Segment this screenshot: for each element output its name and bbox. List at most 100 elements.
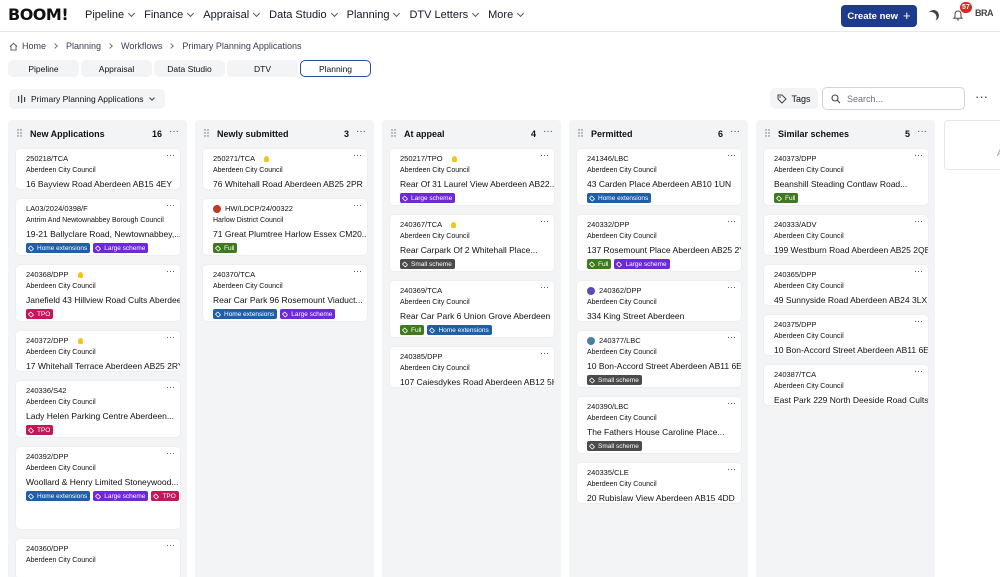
- tag-small[interactable]: Small scheme: [400, 259, 455, 269]
- card-options-icon[interactable]: ···: [166, 266, 175, 276]
- menu-item-appraisal[interactable]: Appraisal: [203, 9, 261, 21]
- card-options-icon[interactable]: ···: [914, 366, 923, 376]
- tag-small[interactable]: Small scheme: [587, 441, 642, 451]
- application-card[interactable]: HW/LDCP/24/00322 Harlow District Council 7…: [203, 199, 367, 255]
- card-options-icon[interactable]: ···: [727, 464, 736, 474]
- create-new-button[interactable]: Create new +: [841, 5, 917, 27]
- application-card[interactable]: 240385/DPP Aberdeen City Council 107 Caies…: [390, 347, 554, 387]
- application-card[interactable]: 240369/TCA Aberdeen City Council Rear Car …: [390, 281, 554, 337]
- more-options-icon[interactable]: ···: [975, 90, 988, 103]
- tab-dtv[interactable]: DTV: [227, 60, 298, 77]
- tag-home[interactable]: Home extensions: [26, 491, 91, 501]
- card-options-icon[interactable]: ···: [166, 540, 175, 550]
- card-options-icon[interactable]: ···: [727, 332, 736, 342]
- drag-handle-icon[interactable]: [17, 129, 22, 137]
- tag-tpo[interactable]: TPO: [151, 491, 179, 501]
- menu-item-more[interactable]: More: [488, 9, 525, 21]
- card-options-icon[interactable]: ···: [353, 150, 362, 160]
- column-options-icon[interactable]: ···: [169, 126, 179, 137]
- drag-handle-icon[interactable]: [578, 129, 583, 137]
- menu-item-pipeline[interactable]: Pipeline: [85, 9, 136, 21]
- tag-home[interactable]: Home extensions: [427, 325, 492, 335]
- column-options-icon[interactable]: ···: [543, 126, 553, 137]
- column-options-icon[interactable]: ···: [356, 126, 366, 137]
- application-card[interactable]: 240375/DPP Aberdeen City Council 10 Bon-Ac…: [764, 315, 928, 355]
- card-options-icon[interactable]: ···: [914, 216, 923, 226]
- column-options-icon[interactable]: ···: [730, 126, 740, 137]
- application-card[interactable]: 250218/TCA Aberdeen City Council 16 Bayvie…: [16, 149, 180, 189]
- tag-full[interactable]: Full: [400, 325, 425, 335]
- card-options-icon[interactable]: ···: [540, 282, 549, 292]
- breadcrumb-item[interactable]: Home: [22, 41, 46, 51]
- tag-small[interactable]: Small scheme: [587, 375, 642, 385]
- card-options-icon[interactable]: ···: [727, 150, 736, 160]
- drag-handle-icon[interactable]: [204, 129, 209, 137]
- card-options-icon[interactable]: ···: [166, 200, 175, 210]
- card-options-icon[interactable]: ···: [540, 216, 549, 226]
- application-card[interactable]: 240373/DPP Aberdeen City Council Beanshill…: [764, 149, 928, 205]
- tag-large[interactable]: Large scheme: [93, 243, 149, 253]
- tag-full[interactable]: Full: [213, 243, 238, 253]
- application-card[interactable]: 240392/DPP Aberdeen City Council Woollard …: [16, 447, 180, 529]
- tab-pipeline[interactable]: Pipeline: [8, 60, 79, 77]
- card-options-icon[interactable]: ···: [914, 316, 923, 326]
- tag-home[interactable]: Home extensions: [213, 309, 278, 319]
- card-options-icon[interactable]: ···: [166, 382, 175, 392]
- menu-item-planning[interactable]: Planning: [347, 9, 401, 21]
- tag-tpo[interactable]: TPO: [26, 425, 54, 435]
- tab-appraisal[interactable]: Appraisal: [81, 60, 152, 77]
- drag-handle-icon[interactable]: [765, 129, 770, 137]
- tag-home[interactable]: Home extensions: [587, 193, 652, 203]
- application-card[interactable]: 240336/S42 Aberdeen City Council Lady Hele…: [16, 381, 180, 437]
- card-options-icon[interactable]: ···: [166, 332, 175, 342]
- application-card[interactable]: 240360/DPP Aberdeen City Council ···: [16, 539, 180, 577]
- tab-planning[interactable]: Planning: [300, 60, 371, 77]
- tag-full[interactable]: Full: [587, 259, 612, 269]
- application-card[interactable]: 240370/TCA Aberdeen City Council Rear Car …: [203, 265, 367, 321]
- card-options-icon[interactable]: ···: [914, 266, 923, 276]
- application-card[interactable]: 240390/LBC Aberdeen City Council The Fathe…: [577, 397, 741, 453]
- search-input[interactable]: [847, 93, 957, 104]
- tag-large[interactable]: Large scheme: [400, 193, 456, 203]
- dark-mode-icon[interactable]: [926, 8, 940, 22]
- application-card[interactable]: 241346/LBC Aberdeen City Council 43 Carden…: [577, 149, 741, 205]
- tab-data-studio[interactable]: Data Studio: [154, 60, 225, 77]
- tag-large[interactable]: Large scheme: [280, 309, 336, 319]
- tags-button[interactable]: Tags: [770, 88, 818, 109]
- card-options-icon[interactable]: ···: [727, 282, 736, 292]
- application-card[interactable]: LA03/2024/0398/F Antrim And Newtownabbey …: [16, 199, 180, 255]
- app-logo[interactable]: BOOM!: [8, 5, 69, 24]
- application-card[interactable]: 240333/ADV Aberdeen City Council 199 Westb…: [764, 215, 928, 255]
- card-options-icon[interactable]: ···: [540, 150, 549, 160]
- application-card[interactable]: 240367/TCA Aberdeen City Council Rear Carp…: [390, 215, 554, 271]
- workflow-select[interactable]: Primary Planning Applications: [9, 89, 165, 109]
- application-card[interactable]: 240362/DPP Aberdeen City Council 334 King …: [577, 281, 741, 321]
- tag-large[interactable]: Large scheme: [93, 491, 149, 501]
- card-options-icon[interactable]: ···: [727, 398, 736, 408]
- card-options-icon[interactable]: ···: [540, 348, 549, 358]
- application-card[interactable]: 240368/DPP Aberdeen City Council Janefield…: [16, 265, 180, 321]
- card-options-icon[interactable]: ···: [353, 266, 362, 276]
- breadcrumb-item[interactable]: Planning: [66, 41, 101, 51]
- card-options-icon[interactable]: ···: [914, 150, 923, 160]
- tag-tpo[interactable]: TPO: [26, 309, 54, 319]
- tag-large[interactable]: Large scheme: [614, 259, 670, 269]
- column-options-icon[interactable]: ···: [917, 126, 927, 137]
- drag-handle-icon[interactable]: [391, 129, 396, 137]
- application-card[interactable]: 240335/CLE Aberdeen City Council 20 Rubisl…: [577, 463, 741, 503]
- application-card[interactable]: 240377/LBC Aberdeen City Council 10 Bon-Ac…: [577, 331, 741, 387]
- breadcrumb-item[interactable]: Workflows: [121, 41, 162, 51]
- application-card[interactable]: 240332/DPP Aberdeen City Council 137 Rosem…: [577, 215, 741, 271]
- menu-item-finance[interactable]: Finance: [144, 9, 195, 21]
- card-options-icon[interactable]: ···: [166, 448, 175, 458]
- menu-item-data-studio[interactable]: Data Studio: [269, 9, 338, 21]
- application-card[interactable]: 250217/TPO Aberdeen City Council Rear Of 3…: [390, 149, 554, 205]
- tag-full[interactable]: Full: [774, 193, 799, 203]
- card-options-icon[interactable]: ···: [727, 216, 736, 226]
- user-avatar[interactable]: BRA: [975, 8, 1000, 22]
- application-card[interactable]: 240387/TCA Aberdeen City Council East Park…: [764, 365, 928, 405]
- tag-home[interactable]: Home extensions: [26, 243, 91, 253]
- application-card[interactable]: 240372/DPP Aberdeen City Council 17 Whiteh…: [16, 331, 180, 371]
- application-card[interactable]: 250271/TCA Aberdeen City Council 76 Whiteh…: [203, 149, 367, 189]
- menu-item-dtv-letters[interactable]: DTV Letters: [409, 9, 480, 21]
